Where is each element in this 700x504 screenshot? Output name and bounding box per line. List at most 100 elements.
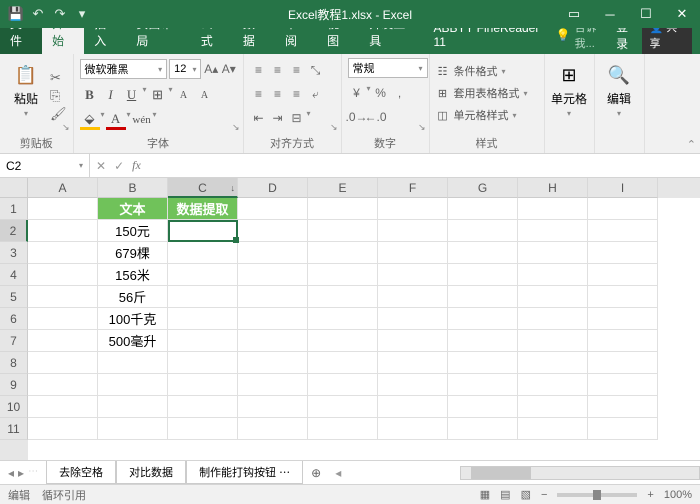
row-header[interactable]: 5 — [0, 286, 28, 308]
cell[interactable] — [518, 198, 588, 220]
cell[interactable] — [168, 220, 238, 242]
column-header[interactable]: I — [588, 178, 658, 198]
cell[interactable] — [378, 308, 448, 330]
phonetic2-button[interactable]: A — [195, 85, 215, 105]
cell[interactable] — [448, 264, 518, 286]
align-bottom-icon[interactable]: ≡ — [288, 61, 306, 79]
cell[interactable] — [378, 330, 448, 352]
cell[interactable] — [448, 242, 518, 264]
cell[interactable]: 数据提取 — [168, 198, 238, 220]
cell[interactable] — [28, 198, 98, 220]
cell[interactable] — [518, 286, 588, 308]
cell[interactable] — [308, 286, 378, 308]
cell[interactable] — [28, 242, 98, 264]
column-header[interactable]: B — [98, 178, 168, 198]
cell[interactable]: 150元 — [98, 220, 168, 242]
sheet-tab[interactable]: 制作能打钩按钮 ⋯ — [186, 461, 303, 484]
row-header[interactable]: 4 — [0, 264, 28, 286]
cell[interactable] — [98, 352, 168, 374]
cell[interactable]: 文本 — [98, 198, 168, 220]
font-color-button[interactable]: A — [106, 110, 126, 130]
cell[interactable] — [448, 374, 518, 396]
increase-decimal-icon[interactable]: .0→ — [348, 108, 366, 126]
fx-icon[interactable]: fx — [132, 158, 141, 173]
cell[interactable] — [588, 198, 658, 220]
redo-icon[interactable]: ↷ — [52, 6, 68, 22]
align-right-icon[interactable]: ≡ — [288, 85, 306, 103]
percent-icon[interactable]: % — [372, 84, 390, 102]
cell[interactable] — [378, 242, 448, 264]
currency-icon[interactable]: ¥ — [348, 84, 366, 102]
align-middle-icon[interactable]: ≡ — [269, 61, 287, 79]
ribbon-opts-icon[interactable]: ▭ — [556, 0, 592, 28]
bold-button[interactable]: B — [80, 85, 100, 105]
tab-nav-next-icon[interactable]: ▸ — [18, 466, 24, 480]
cell[interactable] — [518, 418, 588, 440]
italic-button[interactable]: I — [101, 85, 121, 105]
cell[interactable] — [168, 418, 238, 440]
cell[interactable] — [378, 396, 448, 418]
cell[interactable] — [98, 396, 168, 418]
cell[interactable] — [168, 286, 238, 308]
decrease-indent-icon[interactable]: ⇤ — [250, 109, 268, 127]
row-header[interactable]: 9 — [0, 374, 28, 396]
row-header[interactable]: 6 — [0, 308, 28, 330]
cell[interactable] — [308, 374, 378, 396]
cell[interactable] — [588, 264, 658, 286]
cell[interactable] — [98, 418, 168, 440]
cell[interactable] — [378, 352, 448, 374]
comma-icon[interactable]: , — [391, 84, 409, 102]
cell[interactable] — [308, 396, 378, 418]
cell[interactable] — [238, 330, 308, 352]
dialog-launcher-icon[interactable]: ↘ — [418, 122, 426, 133]
cell[interactable] — [378, 374, 448, 396]
orientation-icon[interactable]: ⤡ — [307, 61, 325, 79]
cell[interactable] — [308, 264, 378, 286]
add-sheet-button[interactable]: ⊕ — [303, 466, 329, 480]
cells-button[interactable]: ⊞单元格▾ — [551, 58, 588, 137]
cell[interactable] — [238, 198, 308, 220]
row-header[interactable]: 2 — [0, 220, 28, 242]
cut-icon[interactable]: ✂ — [50, 70, 67, 86]
cell[interactable] — [308, 418, 378, 440]
cell[interactable] — [168, 352, 238, 374]
format-table-button[interactable]: ⊞套用表格格式 ▾ — [436, 83, 538, 103]
cell[interactable] — [448, 220, 518, 242]
cell[interactable] — [168, 330, 238, 352]
cell[interactable] — [378, 220, 448, 242]
cell[interactable] — [168, 242, 238, 264]
cell[interactable] — [168, 396, 238, 418]
cancel-icon[interactable]: ✕ — [96, 159, 106, 173]
column-header[interactable]: G — [448, 178, 518, 198]
cell[interactable] — [588, 396, 658, 418]
cell[interactable] — [308, 308, 378, 330]
cell[interactable] — [28, 264, 98, 286]
number-format-combo[interactable]: 常规▾ — [348, 58, 428, 78]
row-header[interactable]: 3 — [0, 242, 28, 264]
zoom-level[interactable]: 100% — [664, 489, 692, 501]
align-center-icon[interactable]: ≡ — [269, 85, 287, 103]
cell[interactable] — [588, 308, 658, 330]
underline-button[interactable]: U — [122, 85, 142, 105]
cell[interactable] — [238, 286, 308, 308]
cell[interactable] — [588, 330, 658, 352]
qat-dropdown-icon[interactable]: ▾ — [74, 6, 90, 22]
cell[interactable] — [518, 330, 588, 352]
cell[interactable] — [448, 352, 518, 374]
wen-button[interactable]: wén — [132, 110, 152, 130]
select-all-corner[interactable] — [0, 178, 28, 198]
cell[interactable] — [448, 418, 518, 440]
cell[interactable] — [378, 198, 448, 220]
maximize-icon[interactable]: ☐ — [628, 0, 664, 28]
cell[interactable] — [168, 264, 238, 286]
cell[interactable]: 156米 — [98, 264, 168, 286]
view-normal-icon[interactable]: ▦ — [480, 488, 490, 501]
cell[interactable] — [238, 418, 308, 440]
cell[interactable] — [28, 308, 98, 330]
close-icon[interactable]: ✕ — [664, 0, 700, 28]
column-header[interactable]: E — [308, 178, 378, 198]
align-left-icon[interactable]: ≡ — [250, 85, 268, 103]
cell[interactable]: 500毫升 — [98, 330, 168, 352]
border-button[interactable]: ⊞ — [148, 85, 168, 105]
cell[interactable] — [518, 352, 588, 374]
